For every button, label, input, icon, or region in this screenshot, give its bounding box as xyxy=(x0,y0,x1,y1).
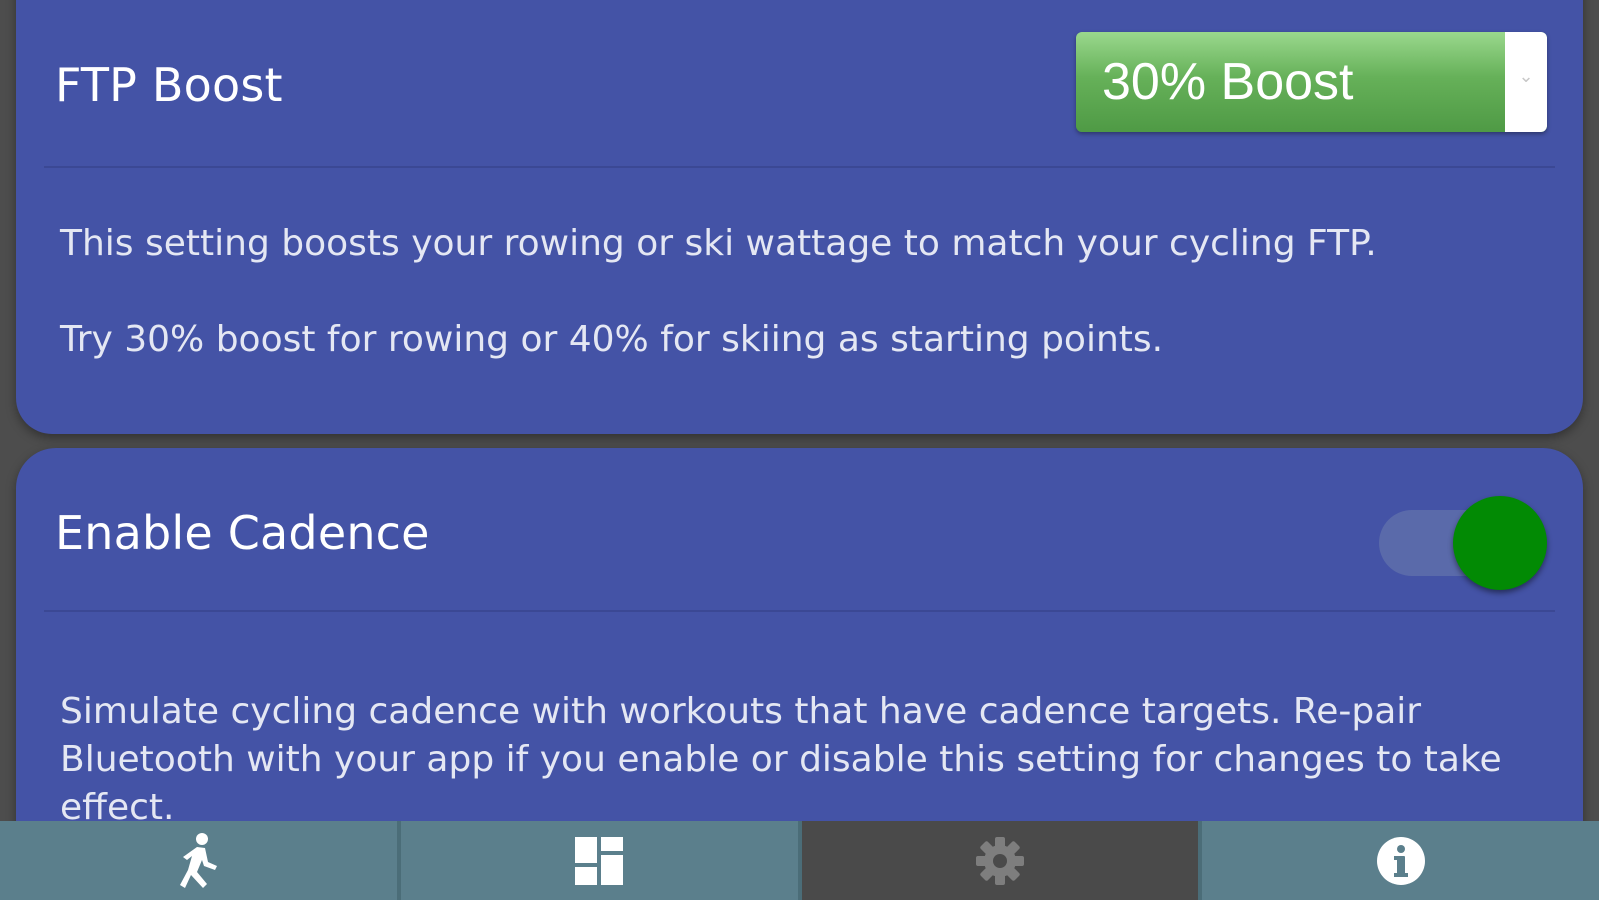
workout-icon xyxy=(175,832,221,890)
ftp-boost-title: FTP Boost xyxy=(55,58,283,112)
gear-icon xyxy=(975,836,1025,886)
chevron-down-icon[interactable]: ⌄ xyxy=(1505,32,1547,132)
tab-info[interactable] xyxy=(1198,821,1599,900)
tab-settings[interactable] xyxy=(797,821,1199,900)
ftp-boost-description: This setting boosts your rowing or ski w… xyxy=(60,223,1377,264)
toggle-knob[interactable] xyxy=(1453,496,1547,590)
ftp-boost-select[interactable]: 30% Boost ⌄ xyxy=(1076,32,1547,132)
tab-dashboard[interactable] xyxy=(396,821,798,900)
ftp-boost-hint: Try 30% boost for rowing or 40% for skii… xyxy=(60,319,1164,360)
settings-page: FTP Boost 30% Boost ⌄ This setting boost… xyxy=(0,0,1599,900)
ftp-boost-card: FTP Boost 30% Boost ⌄ This setting boost… xyxy=(16,0,1583,434)
cadence-title: Enable Cadence xyxy=(55,506,430,560)
cadence-description: Simulate cycling cadence with workouts t… xyxy=(60,691,1502,828)
info-icon xyxy=(1376,836,1426,886)
divider xyxy=(44,610,1555,612)
tab-workout[interactable] xyxy=(0,821,397,900)
bottom-nav xyxy=(0,821,1599,900)
divider xyxy=(44,166,1555,168)
cadence-toggle[interactable] xyxy=(1379,496,1547,590)
dashboard-icon xyxy=(575,836,624,885)
ftp-boost-selected-value: 30% Boost xyxy=(1102,53,1354,111)
